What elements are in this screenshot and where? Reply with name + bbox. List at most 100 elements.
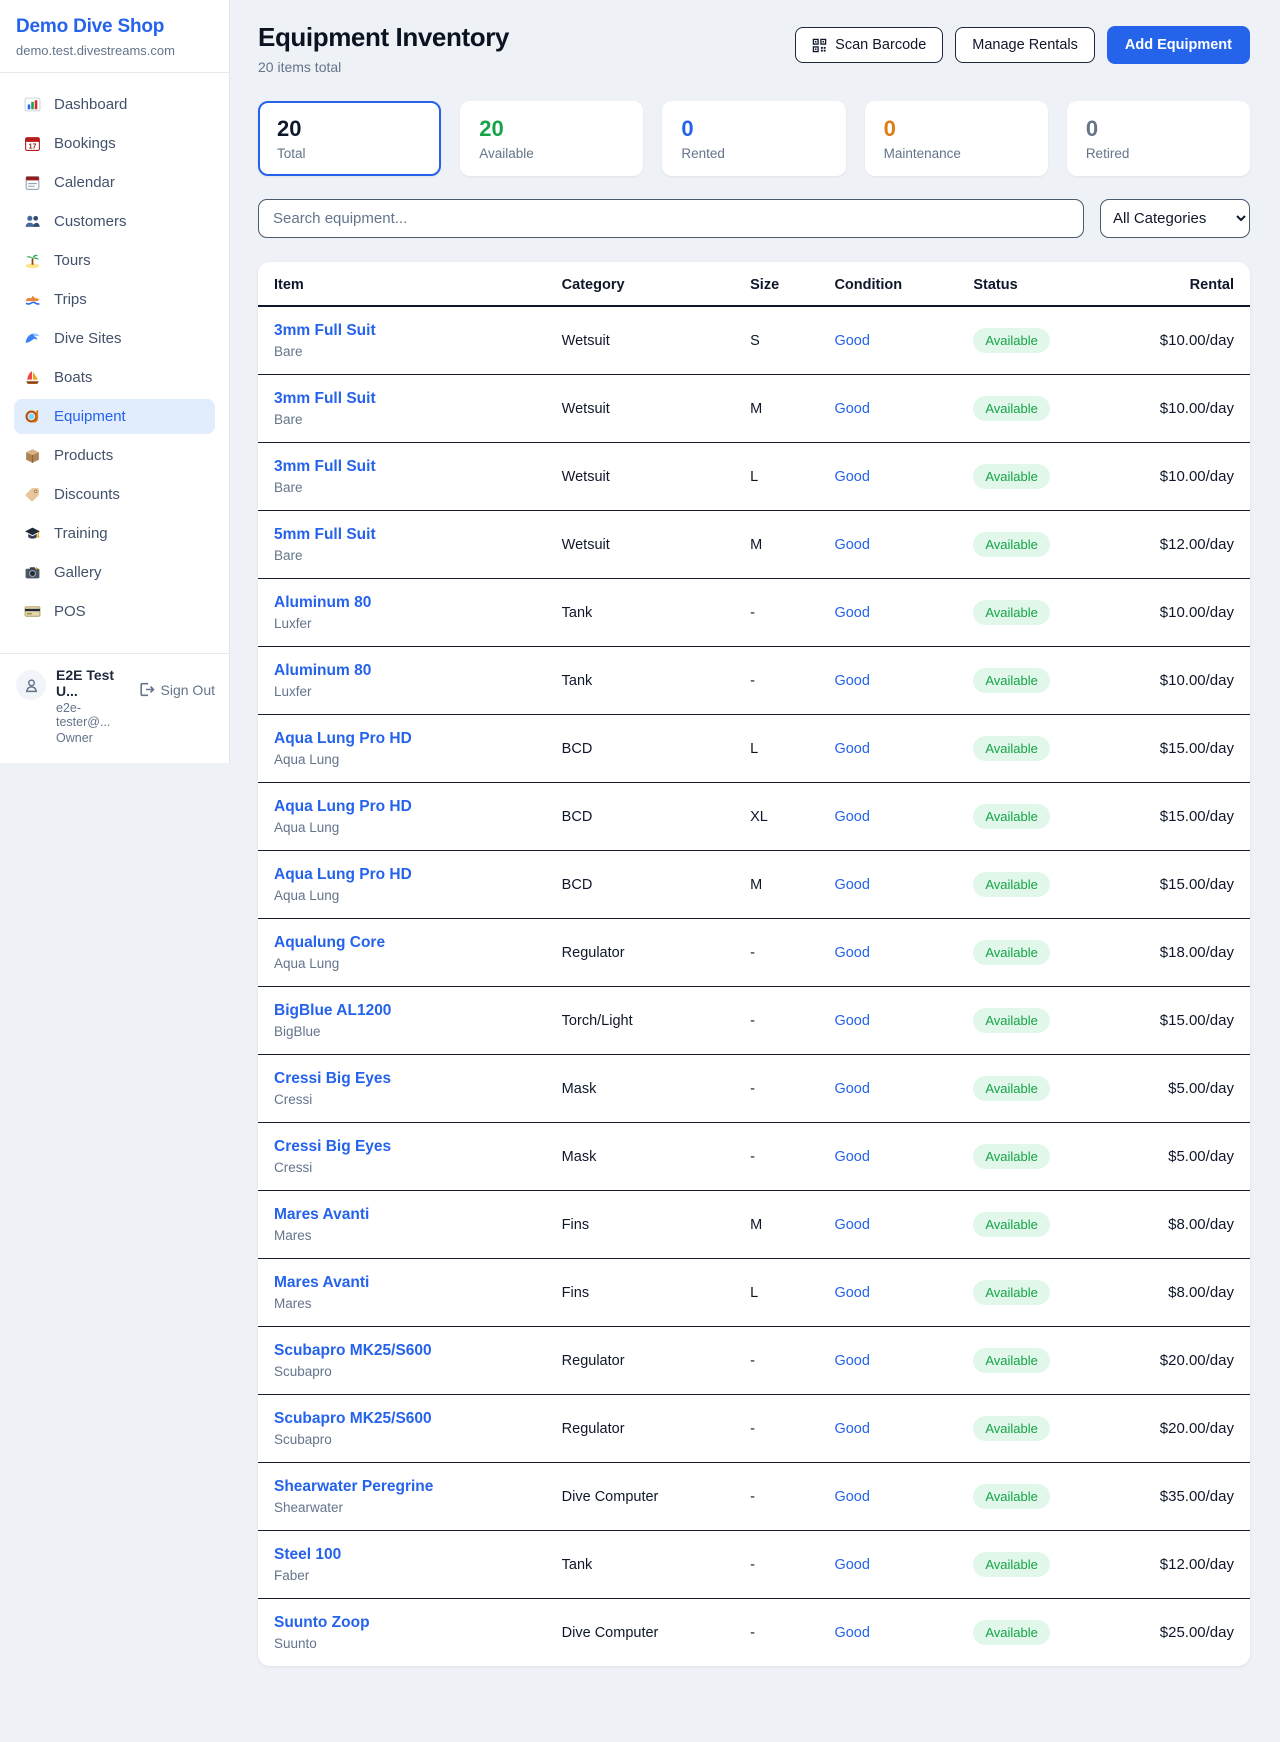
- stat-card-rented[interactable]: 0 Rented: [662, 101, 845, 176]
- sign-out-button[interactable]: Sign Out: [138, 681, 215, 698]
- item-name-link[interactable]: Suunto Zoop: [274, 1614, 530, 1632]
- table-row: Cressi Big Eyes Cressi Mask - Good Avail…: [258, 1123, 1250, 1191]
- condition-link[interactable]: Good: [834, 1013, 869, 1029]
- condition-link[interactable]: Good: [834, 877, 869, 893]
- rental-price: $5.00/day: [1111, 1123, 1250, 1191]
- table-row: Suunto Zoop Suunto Dive Computer - Good …: [258, 1599, 1250, 1667]
- item-brand: Bare: [274, 480, 530, 495]
- stat-value: 0: [1086, 116, 1231, 142]
- customers-icon: [24, 213, 41, 230]
- brand-name[interactable]: Demo Dive Shop: [16, 16, 213, 38]
- nav-item-label: Products: [54, 447, 113, 464]
- item-name-link[interactable]: Aluminum 80: [274, 662, 530, 680]
- stat-card-available[interactable]: 20 Available: [460, 101, 643, 176]
- user-email: e2e-tester@...: [56, 701, 128, 729]
- sidebar-item-products[interactable]: Products: [14, 438, 215, 473]
- item-name-link[interactable]: Shearwater Peregrine: [274, 1478, 530, 1496]
- search-input[interactable]: [258, 199, 1084, 238]
- item-name-link[interactable]: 3mm Full Suit: [274, 390, 530, 408]
- item-name-link[interactable]: Aqua Lung Pro HD: [274, 730, 530, 748]
- sidebar-item-tours[interactable]: Tours: [14, 243, 215, 278]
- item-name-link[interactable]: Cressi Big Eyes: [274, 1138, 530, 1156]
- item-name-link[interactable]: BigBlue AL1200: [274, 1002, 530, 1020]
- sidebar-item-equipment[interactable]: Equipment: [14, 399, 215, 434]
- item-category: Tank: [546, 647, 734, 715]
- condition-link[interactable]: Good: [834, 1421, 869, 1437]
- condition-link[interactable]: Good: [834, 1081, 869, 1097]
- rental-price: $15.00/day: [1111, 783, 1250, 851]
- stat-card-retired[interactable]: 0 Retired: [1067, 101, 1250, 176]
- sidebar-item-calendar[interactable]: Calendar: [14, 165, 215, 200]
- stat-card-total[interactable]: 20 Total: [258, 101, 441, 176]
- item-name-link[interactable]: 3mm Full Suit: [274, 458, 530, 476]
- scan-barcode-button[interactable]: Scan Barcode: [795, 27, 943, 63]
- condition-link[interactable]: Good: [834, 945, 869, 961]
- sidebar-item-pos[interactable]: POS: [14, 594, 215, 629]
- condition-link[interactable]: Good: [834, 1285, 869, 1301]
- item-name-link[interactable]: Mares Avanti: [274, 1206, 530, 1224]
- column-header-item: Item: [258, 262, 546, 306]
- condition-link[interactable]: Good: [834, 605, 869, 621]
- item-brand: Bare: [274, 548, 530, 563]
- item-name-link[interactable]: Scubapro MK25/S600: [274, 1410, 530, 1428]
- brand[interactable]: Demo Dive Shop demo.test.divestreams.com: [0, 0, 229, 73]
- item-category: Wetsuit: [546, 511, 734, 579]
- sidebar-item-bookings[interactable]: Bookings: [14, 126, 215, 161]
- sidebar-item-customers[interactable]: Customers: [14, 204, 215, 239]
- item-name-link[interactable]: Aqua Lung Pro HD: [274, 866, 530, 884]
- manage-rentals-button[interactable]: Manage Rentals: [955, 27, 1095, 63]
- item-name-link[interactable]: Aluminum 80: [274, 594, 530, 612]
- item-name-link[interactable]: 5mm Full Suit: [274, 526, 530, 544]
- table-row: Cressi Big Eyes Cressi Mask - Good Avail…: [258, 1055, 1250, 1123]
- sidebar-item-trips[interactable]: Trips: [14, 282, 215, 317]
- condition-link[interactable]: Good: [834, 809, 869, 825]
- sidebar-item-training[interactable]: Training: [14, 516, 215, 551]
- item-size: M: [734, 851, 818, 919]
- item-category: Fins: [546, 1191, 734, 1259]
- condition-link[interactable]: Good: [834, 673, 869, 689]
- item-name-link[interactable]: Mares Avanti: [274, 1274, 530, 1292]
- item-name-link[interactable]: Scubapro MK25/S600: [274, 1342, 530, 1360]
- condition-link[interactable]: Good: [834, 1557, 869, 1573]
- page-title: Equipment Inventory: [258, 22, 509, 53]
- sidebar-item-discounts[interactable]: Discounts: [14, 477, 215, 512]
- condition-link[interactable]: Good: [834, 1149, 869, 1165]
- sidebar-item-boats[interactable]: Boats: [14, 360, 215, 395]
- nav-item-label: Training: [54, 525, 108, 542]
- condition-link[interactable]: Good: [834, 1489, 869, 1505]
- add-equipment-button[interactable]: Add Equipment: [1107, 26, 1250, 64]
- sidebar-item-gallery[interactable]: Gallery: [14, 555, 215, 590]
- condition-link[interactable]: Good: [834, 741, 869, 757]
- table-row: BigBlue AL1200 BigBlue Torch/Light - Goo…: [258, 987, 1250, 1055]
- item-category: BCD: [546, 783, 734, 851]
- condition-link[interactable]: Good: [834, 1217, 869, 1233]
- condition-link[interactable]: Good: [834, 1625, 869, 1641]
- item-brand: Suunto: [274, 1636, 530, 1651]
- table-row: 5mm Full Suit Bare Wetsuit M Good Availa…: [258, 511, 1250, 579]
- condition-link[interactable]: Good: [834, 333, 869, 349]
- rental-price: $35.00/day: [1111, 1463, 1250, 1531]
- status-badge: Available: [973, 600, 1050, 625]
- item-brand: Scubapro: [274, 1432, 530, 1447]
- status-badge: Available: [973, 396, 1050, 421]
- item-size: -: [734, 1395, 818, 1463]
- equipment-table: Item Category Size Condition Status Rent…: [258, 262, 1250, 1666]
- item-size: -: [734, 1599, 818, 1667]
- sidebar-item-dashboard[interactable]: Dashboard: [14, 87, 215, 122]
- item-name-link[interactable]: 3mm Full Suit: [274, 322, 530, 340]
- rental-price: $5.00/day: [1111, 1055, 1250, 1123]
- condition-link[interactable]: Good: [834, 469, 869, 485]
- condition-link[interactable]: Good: [834, 1353, 869, 1369]
- nav-item-label: Gallery: [54, 564, 102, 581]
- rental-price: $10.00/day: [1111, 375, 1250, 443]
- rental-price: $8.00/day: [1111, 1259, 1250, 1327]
- category-select[interactable]: All Categories: [1100, 199, 1250, 238]
- condition-link[interactable]: Good: [834, 401, 869, 417]
- item-name-link[interactable]: Aqua Lung Pro HD: [274, 798, 530, 816]
- item-name-link[interactable]: Aqualung Core: [274, 934, 530, 952]
- item-name-link[interactable]: Cressi Big Eyes: [274, 1070, 530, 1088]
- stat-card-maintenance[interactable]: 0 Maintenance: [865, 101, 1048, 176]
- sidebar-item-dive-sites[interactable]: Dive Sites: [14, 321, 215, 356]
- condition-link[interactable]: Good: [834, 537, 869, 553]
- item-name-link[interactable]: Steel 100: [274, 1546, 530, 1564]
